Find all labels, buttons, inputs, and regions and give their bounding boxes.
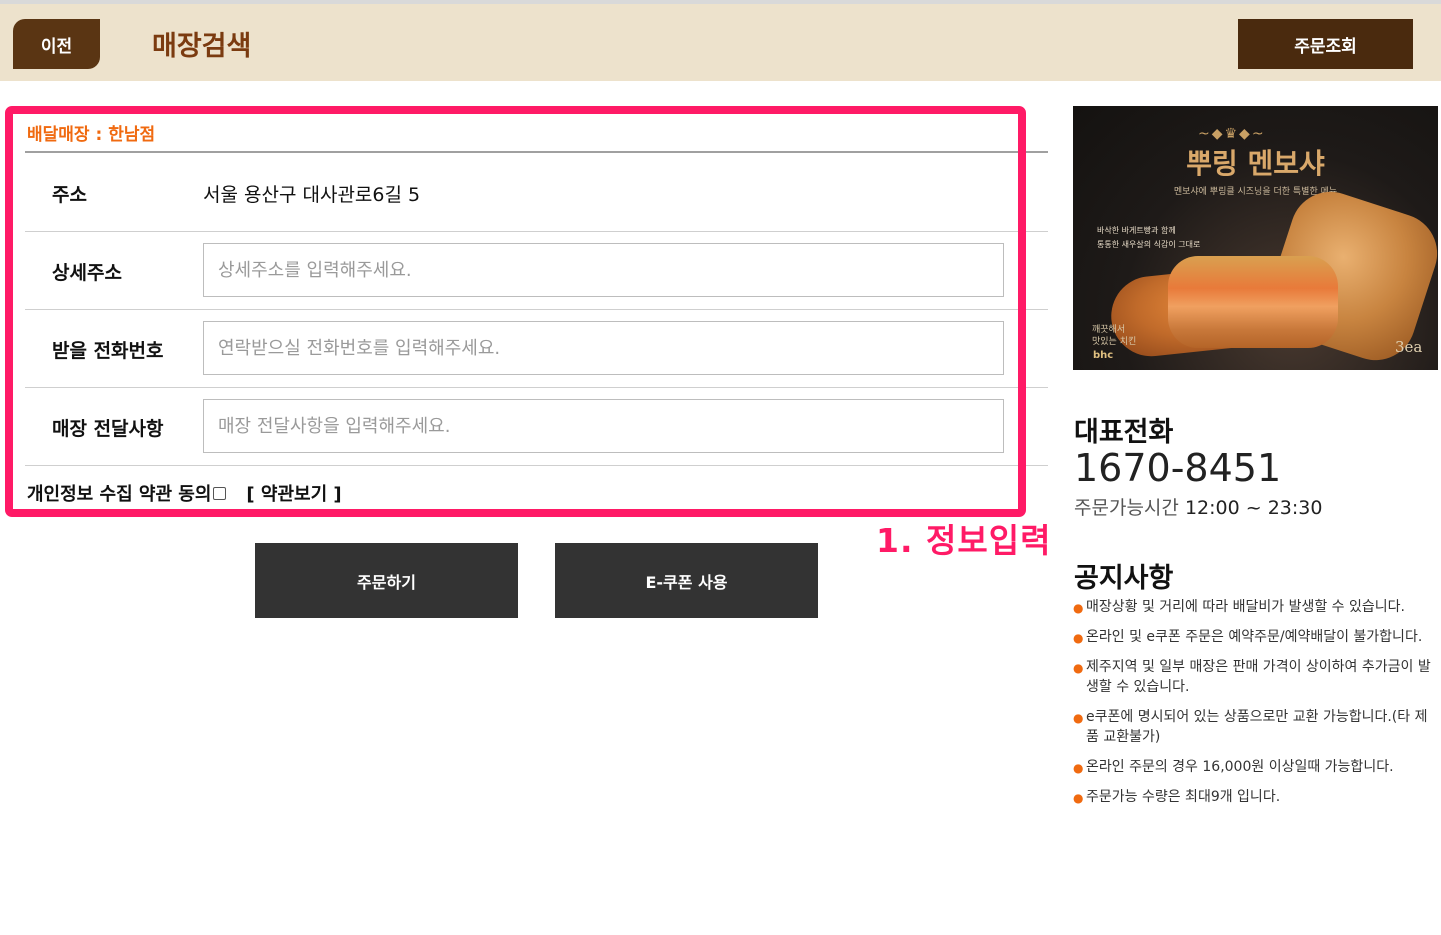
annotation-step-label: 1. 정보입력 xyxy=(876,521,1052,560)
order-hours: 주문가능시간 12:00 ~ 23:30 xyxy=(1074,493,1322,520)
promo-banner[interactable]: ~◆♛◆~ 뿌링 멘보샤 멘보샤에 뿌링클 시즈닝을 더한 특별한 메뉴 바삭한… xyxy=(1073,106,1438,370)
order-check-button[interactable]: 주문조회 xyxy=(1238,19,1413,69)
promo-features: 바삭한 바게트빵과 함께 통통한 새우살의 식감이 그대로 xyxy=(1097,224,1200,252)
order-button[interactable]: 주문하기 xyxy=(255,543,518,618)
ecoupon-button[interactable]: E-쿠폰 사용 xyxy=(555,543,818,618)
header-bar: 이전 매장검색 주문조회 xyxy=(0,4,1441,81)
contact-phone: 1670-8451 xyxy=(1074,446,1282,490)
promo-slogan: 깨끗해서 맛있는 치킨 xyxy=(1092,324,1136,348)
notice-item: ● 온라인 주문의 경우 16,000원 이상일때 가능합니다. xyxy=(1073,757,1435,777)
notice-list: ● 매장상황 및 거리에 따라 배달비가 발생할 수 있습니다. ● 온라인 및 e… xyxy=(1073,597,1435,817)
notice-item: ● e쿠폰에 명시되어 있는 상품으로만 교환 가능합니다.(타 제품 교환불가) xyxy=(1073,707,1435,747)
ornament-icon: ~◆♛◆~ xyxy=(1198,126,1266,142)
promo-slogan-line: 깨끗해서 xyxy=(1092,325,1126,335)
promo-title: 뿌링 멘보샤 xyxy=(1186,147,1325,180)
annotation-highlight-box xyxy=(5,106,1026,517)
notice-text: 주문가능 수량은 최대9개 입니다. xyxy=(1086,789,1281,805)
notice-item: ● 매장상황 및 거리에 따라 배달비가 발생할 수 있습니다. xyxy=(1073,597,1435,617)
bullet-icon: ● xyxy=(1073,631,1084,645)
bullet-icon: ● xyxy=(1073,661,1084,675)
promo-feature: 통통한 새우살의 식감이 그대로 xyxy=(1097,240,1201,249)
notice-text: e쿠폰에 명시되어 있는 상품으로만 교환 가능합니다.(타 제품 교환불가) xyxy=(1086,709,1428,745)
promo-slogan-line: 맛있는 치킨 xyxy=(1092,337,1137,347)
notice-item: ● 제주지역 및 일부 매장은 판매 가격이 상이하여 추가금이 발생할 수 있습… xyxy=(1073,657,1435,697)
back-button[interactable]: 이전 xyxy=(13,19,100,69)
order-hours-label: 주문가능시간 xyxy=(1074,497,1179,519)
page-title: 매장검색 xyxy=(152,31,252,62)
bullet-icon: ● xyxy=(1073,601,1084,615)
brand-logo: bhc xyxy=(1093,350,1114,361)
bullet-icon: ● xyxy=(1073,761,1084,775)
notice-text: 제주지역 및 일부 매장은 판매 가격이 상이하여 추가금이 발생할 수 있습니… xyxy=(1086,659,1431,695)
notice-text: 온라인 및 e쿠폰 주문은 예약주문/예약배달이 불가합니다. xyxy=(1086,629,1423,645)
notice-text: 온라인 주문의 경우 16,000원 이상일때 가능합니다. xyxy=(1086,759,1394,775)
order-hours-value: 12:00 ~ 23:30 xyxy=(1184,497,1323,519)
bullet-icon: ● xyxy=(1073,791,1084,805)
notice-text: 매장상황 및 거리에 따라 배달비가 발생할 수 있습니다. xyxy=(1086,599,1405,615)
notice-title: 공지사항 xyxy=(1074,563,1174,594)
notice-item: ● 주문가능 수량은 최대9개 입니다. xyxy=(1073,787,1435,807)
promo-subtitle: 멘보샤에 뿌링클 시즈닝을 더한 특별한 메뉴 xyxy=(1173,187,1338,197)
bullet-icon: ● xyxy=(1073,711,1084,725)
food-image xyxy=(1168,256,1338,348)
promo-feature: 바삭한 바게트빵과 함께 xyxy=(1097,226,1176,235)
contact-title: 대표전화 xyxy=(1074,417,1174,448)
notice-item: ● 온라인 및 e쿠폰 주문은 예약주문/예약배달이 불가합니다. xyxy=(1073,627,1435,647)
promo-quantity: 3ea xyxy=(1395,338,1423,356)
